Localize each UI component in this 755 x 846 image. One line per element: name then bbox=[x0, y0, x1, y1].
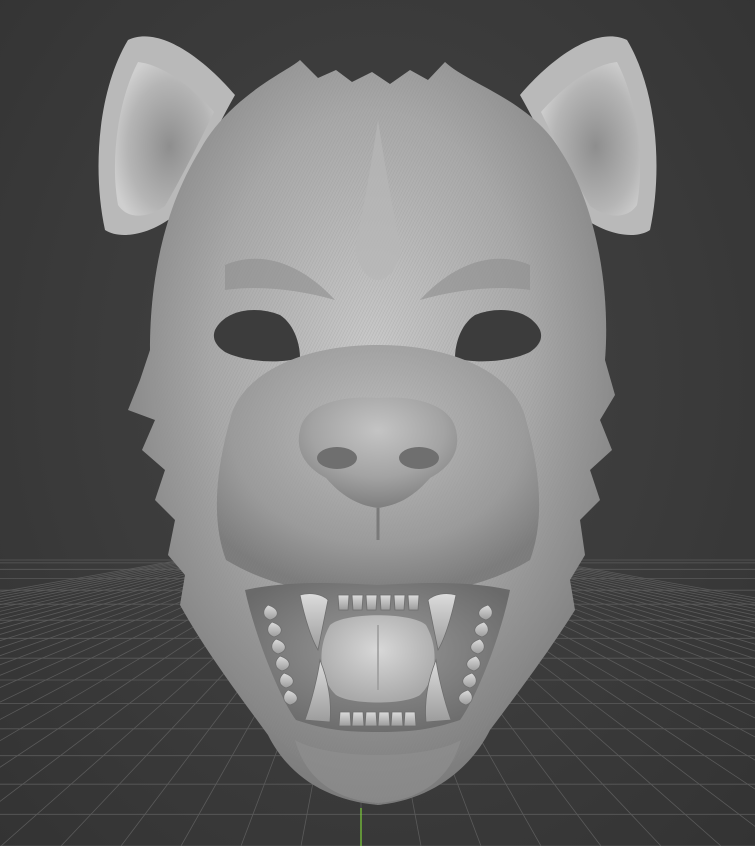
hyena-mask-model[interactable] bbox=[98, 36, 657, 805]
lower-incisor bbox=[364, 711, 378, 727]
lower-incisor bbox=[377, 711, 391, 727]
lower-incisor bbox=[351, 711, 365, 727]
lower-incisor bbox=[403, 711, 417, 727]
viewport-canvas[interactable] bbox=[0, 0, 755, 846]
upper-incisor bbox=[393, 594, 406, 611]
lower-incisor bbox=[338, 711, 352, 727]
upper-incisor bbox=[365, 594, 378, 611]
3d-viewport[interactable] bbox=[0, 0, 755, 846]
upper-incisor bbox=[337, 594, 350, 611]
upper-incisor bbox=[351, 594, 364, 611]
upper-incisor bbox=[407, 594, 420, 611]
lower-incisor bbox=[390, 711, 404, 727]
upper-incisor bbox=[379, 594, 392, 611]
grid-line bbox=[0, 559, 200, 600]
